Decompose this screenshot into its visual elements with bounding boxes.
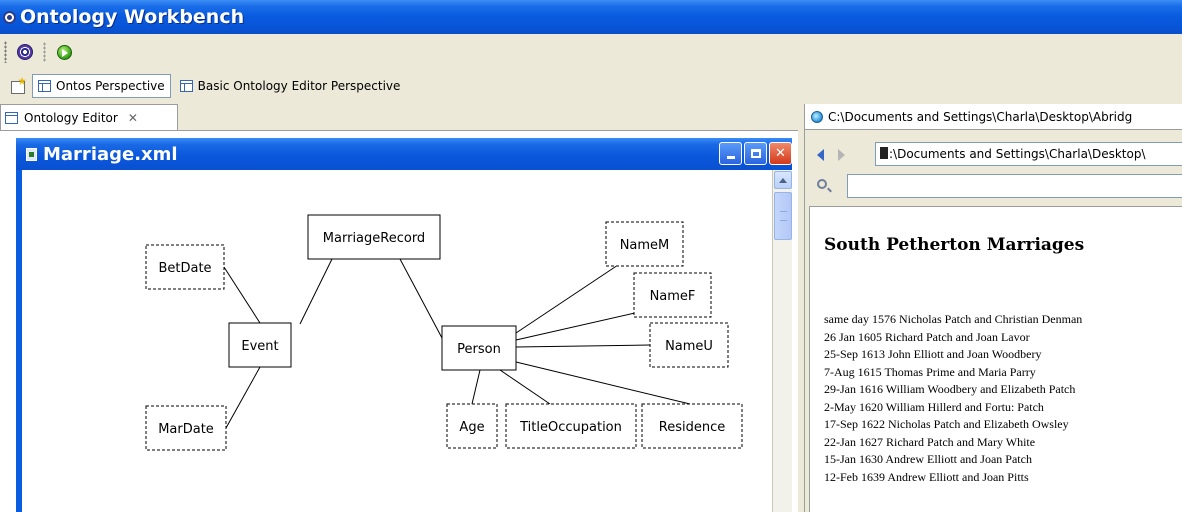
view-icon [5,111,18,124]
perspective-label: Basic Ontology Editor Perspective [197,79,401,93]
perspective-icon [38,80,51,92]
perspective-basic-ontology-editor[interactable]: Basic Ontology Editor Perspective [175,74,406,98]
restore-icon [750,149,761,158]
close-icon[interactable]: ✕ [128,111,138,125]
perspective-bar: Ontos Perspective Basic Ontology Editor … [0,72,1182,100]
node-person[interactable]: Person [441,325,517,371]
edge-person-nameu[interactable] [515,344,651,348]
search-icon [817,179,827,189]
node-label: Person [457,342,501,357]
edge-marriagerecord-person[interactable] [399,258,443,339]
node-namem[interactable]: NameM [605,221,684,267]
back-arrow-icon[interactable] [817,149,824,161]
browser-globe-icon [811,110,823,123]
address-value: :\Documents and Settings\Charla\Desktop\ [889,147,1146,161]
diagram-canvas[interactable]: MarriageRecord BetDate Event MarDate Person N… [22,170,772,512]
node-nameu[interactable]: NameU [649,322,729,368]
page-heading: South Petherton Marriages [824,235,1085,255]
node-label: BetDate [158,261,211,276]
ontology-target-button[interactable] [13,40,37,64]
list-item: 25-Sep 1613 John Elliott and Joan Woodbe… [824,347,1042,361]
marriage-entries: same day 1576 Nicholas Patch and Christi… [824,311,1082,486]
frame-window-buttons: ✕ [717,142,792,165]
browser-page: South Petherton Marriages same day 1576 … [809,206,1182,512]
target-icon [17,44,33,60]
node-betdate[interactable]: BetDate [145,244,225,290]
list-item: 2-May 1620 William Hillerd and Fortu: Pa… [824,399,1044,414]
perspective-ontos[interactable]: Ontos Perspective [32,74,171,98]
browser-tab-title: C:\Documents and Settings\Charla\Desktop… [828,109,1133,124]
document-icon [26,147,37,161]
list-item: 29-Jan 1616 William Woodbery and Elizabe… [824,382,1076,396]
edge-betdate-event[interactable] [223,266,261,324]
app-icon [3,10,16,24]
node-marriagerecord[interactable]: MarriageRecord [307,214,441,260]
list-item: 15-Jan 1630 Andrew Elliott and Joan Patc… [824,452,1032,466]
window-title-bar[interactable]: Ontology Workbench [0,0,1182,34]
diagram-nodes: MarriageRecord BetDate Event MarDate Person N… [145,214,743,451]
edge-person-namem[interactable] [515,264,619,334]
toolbar-grip[interactable] [4,41,7,63]
list-item: 12-Feb 1639 Andrew Elliott and Joan Pitt… [824,469,1029,484]
tab-ontology-editor[interactable]: Ontology Editor ✕ [0,104,178,130]
window-title: Ontology Workbench [20,6,245,28]
forward-arrow-icon[interactable] [838,149,845,161]
perspective-label: Ontos Perspective [56,79,165,93]
tab-label: Ontology Editor [24,110,118,125]
node-label: MarDate [158,422,214,437]
node-label: TitleOccupation [519,420,622,435]
node-label: NameF [650,289,696,304]
marriage-xml-frame: Marriage.xml ✕ MarriageRecord BetDate Even… [16,138,792,512]
node-event[interactable]: Event [228,322,292,368]
list-item: same day 1576 Nicholas Patch and Christi… [824,312,1083,326]
text-cursor [880,147,888,159]
list-item: 26 Jan 1605 Richard Patch and Joan Lavor [824,329,1030,344]
run-button[interactable] [52,40,76,64]
browser-nav-row: :\Documents and Settings\Charla\Desktop\ [805,142,1182,168]
node-label: Residence [659,420,725,435]
ontology-diagram[interactable]: MarriageRecord BetDate Event MarDate Person N… [22,170,772,512]
minimize-button[interactable] [719,142,742,165]
node-residence[interactable]: Residence [641,403,743,449]
restore-button[interactable] [744,142,767,165]
open-perspective-icon[interactable] [10,77,28,95]
node-namef[interactable]: NameF [633,272,712,318]
perspective-icon [179,80,193,92]
vertical-scrollbar[interactable] [772,170,792,512]
node-label: Age [459,420,484,435]
edge-person-residence[interactable] [515,361,691,405]
edge-person-age[interactable] [471,369,481,405]
minimize-icon [726,156,735,159]
node-age[interactable]: Age [446,403,498,449]
scroll-up-button[interactable] [774,171,792,189]
close-button[interactable]: ✕ [769,142,792,165]
browser-search-row [805,172,1182,202]
browser-tab[interactable]: C:\Documents and Settings\Charla\Desktop… [805,104,1182,130]
edge-person-namef[interactable] [515,309,649,341]
node-mardate[interactable]: MarDate [145,405,227,451]
node-label: NameM [620,238,670,253]
edge-person-titleoccupation[interactable] [499,369,551,405]
list-item: 22-Jan 1627 Richard Patch and Mary White [824,434,1036,449]
node-label: MarriageRecord [323,231,425,246]
frame-title-bar[interactable]: Marriage.xml ✕ [16,138,792,170]
node-label: NameU [665,339,713,354]
frame-title: Marriage.xml [43,143,178,165]
go-arrow-icon [56,44,72,60]
main-toolbar [0,34,1182,70]
node-titleoccupation[interactable]: TitleOccupation [505,403,637,449]
toolbar-separator [43,42,46,62]
edge-event-marriagerecord[interactable] [299,258,333,325]
browser-view: C:\Documents and Settings\Charla\Desktop… [804,104,1182,512]
search-input[interactable] [847,174,1182,198]
node-label: Event [241,339,278,354]
list-item: 7-Aug 1615 Thomas Prime and Maria Parry [824,364,1036,379]
edge-mardate-event[interactable] [225,366,261,429]
address-field[interactable]: :\Documents and Settings\Charla\Desktop\ [875,142,1182,166]
list-item: 17-Sep 1622 Nicholas Patch and Elizabeth… [824,417,1069,431]
scroll-thumb[interactable] [774,192,792,240]
